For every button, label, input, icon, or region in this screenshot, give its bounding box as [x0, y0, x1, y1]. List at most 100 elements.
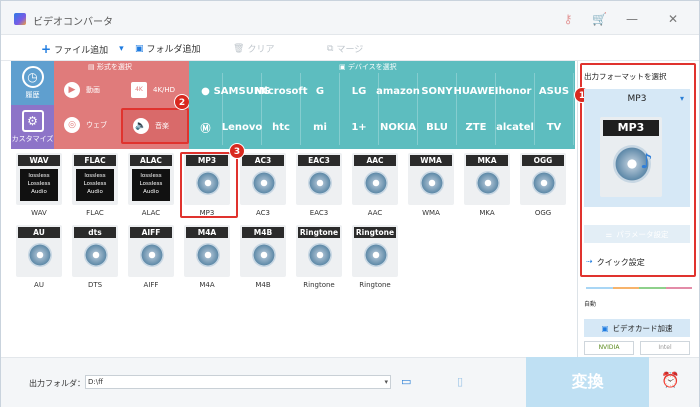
disc-icon [196, 243, 220, 267]
chevron-down-icon[interactable]: ▾ [680, 89, 684, 109]
motorola-icon: Ⓜ [200, 123, 211, 135]
output-format-select[interactable]: MP3 ▾ [584, 89, 690, 109]
intel-badge[interactable]: Intel [640, 341, 690, 355]
nvidia-badge[interactable]: NVIDIA [584, 341, 634, 355]
device-1-3[interactable]: Microsoft [254, 73, 308, 109]
device-1-9[interactable]: honor [496, 73, 535, 109]
device-2-10[interactable]: TV [535, 109, 574, 145]
device-label: SONY [421, 85, 453, 97]
folder-browse-icon[interactable]: ▭ [401, 375, 411, 388]
disc-icon [532, 171, 556, 195]
format-name: AC3 [255, 209, 270, 217]
device-label: ASUS [538, 85, 570, 97]
format-name: AIFF [143, 281, 159, 289]
device-2-4[interactable]: mi [301, 109, 340, 145]
format-tile-ringtone[interactable]: Ringtone Ringtone [294, 225, 344, 297]
device-2-8[interactable]: ZTE [457, 109, 496, 145]
output-format-value: MP3 [627, 94, 647, 104]
format-tile-au[interactable]: AU AU [14, 225, 64, 297]
output-folder-input[interactable]: D:\ff ▾ [85, 375, 391, 389]
format-tile-ogg[interactable]: OGG OGG [518, 153, 568, 225]
disc-icon [308, 171, 332, 195]
device-row-1: ● SAMSUNG Microsoft G LG amazon SONY HUAWEI hono… [189, 73, 575, 109]
device-1-7[interactable]: SONY [418, 73, 457, 109]
quality-slider[interactable] [586, 283, 692, 289]
clear-button[interactable]: 🗑 クリア [233, 42, 274, 56]
key-icon[interactable]: ⚷ [561, 12, 575, 26]
device-1-10[interactable]: ASUS [535, 73, 574, 109]
speaker-icon: 🔈 [133, 118, 149, 134]
format-tile-aiff[interactable]: AIFF AIFF [126, 225, 176, 297]
format-tile-ringtone[interactable]: Ringtone Ringtone [350, 225, 400, 297]
disc-icon [84, 243, 108, 267]
music-note-icon: ♪ [640, 149, 653, 173]
device-select-panel: ▣ デバイスを選択 ● SAMSUNG Microsoft G LG amazon SONY… [189, 61, 575, 149]
trash-icon: 🗑 [233, 43, 245, 54]
close-icon[interactable]: ✕ [666, 12, 680, 26]
gpu-acceleration-label: ビデオカード加速 [612, 323, 673, 333]
format-row-2: AU AU dts DTS AIFF AIFF M4A M4A M4B M4B Ringtone Ri… [14, 225, 574, 297]
format-icon: WMA [408, 153, 454, 205]
device-2-1[interactable]: Ⓜ [189, 109, 223, 145]
format-tile-eac3[interactable]: EAC3 EAC3 [294, 153, 344, 225]
chevron-down-icon[interactable]: ▾ [384, 376, 388, 388]
add-file-label: ファイル追加 [54, 45, 109, 56]
chrome-icon: ◎ [64, 117, 80, 133]
history-button[interactable]: ◷ 履歴 [11, 61, 54, 105]
device-1-5[interactable]: LG [340, 73, 379, 109]
format-header: ▤ 形式を選択 [88, 63, 132, 71]
device-label: mi [313, 121, 327, 133]
device-2-7[interactable]: BLU [418, 109, 457, 145]
format-name: Ringtone [359, 281, 391, 289]
format-tile-wma[interactable]: WMA WMA [406, 153, 456, 225]
parameter-settings-button[interactable]: ⚌ パラメータ設定 [584, 225, 690, 243]
customize-button[interactable]: ⚙ カスタマイズ [11, 105, 54, 149]
auto-label: 自動 [584, 301, 597, 308]
web-category-button[interactable]: ◎ ウェブ [54, 108, 121, 142]
device-2-2[interactable]: Lenovo [222, 109, 262, 145]
device-1-8[interactable]: HUAWEI [453, 73, 499, 109]
4k-icon: 4K [131, 82, 147, 98]
app-window: ビデオコンバータ ⚷ 🛒 — ✕ + ファイル追加 ▾ ▣ フォルダ追加 🗑 ク… [0, 0, 700, 407]
format-tile-m4b[interactable]: M4B M4B [238, 225, 288, 297]
add-file-button[interactable]: + ファイル追加 ▾ [41, 42, 124, 56]
device-1-4[interactable]: G [301, 73, 340, 109]
lossless-badge-icon: lossless Lossless Audio [20, 169, 58, 201]
format-tile-m4a[interactable]: M4A M4A [182, 225, 232, 297]
format-tile-flac[interactable]: FLAC lossless Lossless Audio FLAC [70, 153, 120, 225]
format-icon-label: OGG [522, 155, 564, 166]
device-2-9[interactable]: alcatel [496, 109, 535, 145]
format-name: WMA [422, 209, 440, 217]
device-1-6[interactable]: amazon [376, 73, 420, 109]
format-icon-label: Ringtone [298, 227, 340, 238]
audio-category-button[interactable]: 🔈 音楽 [121, 108, 189, 144]
device-2-3[interactable]: htc [262, 109, 301, 145]
chip-icon: ▣ [601, 323, 609, 333]
gpu-acceleration-button[interactable]: ▣ ビデオカード加速 [584, 319, 690, 337]
mp3-large-icon: MP3 ♪ [600, 117, 662, 197]
device-2-5[interactable]: 1+ [340, 109, 379, 145]
format-tile-wav[interactable]: WAV lossless Lossless Audio WAV [14, 153, 64, 225]
format-tile-mka[interactable]: MKA MKA [462, 153, 512, 225]
format-tile-ac3[interactable]: AC3 AC3 [238, 153, 288, 225]
merge-label: マージ [336, 45, 364, 55]
device-2-6[interactable]: NOKIA [379, 109, 418, 145]
disc-icon [308, 243, 332, 267]
alarm-clock-icon[interactable]: ⏰ [661, 371, 680, 389]
add-folder-button[interactable]: ▣ フォルダ追加 [135, 42, 201, 56]
dropdown-arrow-icon[interactable]: ▾ [119, 44, 124, 54]
step-badge-2: 2 [174, 94, 190, 110]
format-name: EAC3 [309, 209, 329, 217]
format-tile-aac[interactable]: AAC AAC [350, 153, 400, 225]
format-tile-dts[interactable]: dts DTS [70, 225, 120, 297]
disc-icon [28, 243, 52, 267]
merge-button[interactable]: ⧉ マージ [327, 42, 364, 56]
cart-icon[interactable]: 🛒 [592, 12, 607, 26]
video-category-button[interactable]: ▶ 動画 [54, 73, 121, 107]
open-folder-icon[interactable]: ▯ [457, 375, 463, 388]
format-tile-alac[interactable]: ALAC lossless Lossless Audio ALAC [126, 153, 176, 225]
convert-button[interactable]: 変換 [526, 357, 649, 407]
format-icon: M4A [184, 225, 230, 277]
minimize-icon[interactable]: — [625, 12, 639, 26]
format-row-1: WAV lossless Lossless Audio WAV FLAC lossless L… [14, 153, 574, 225]
